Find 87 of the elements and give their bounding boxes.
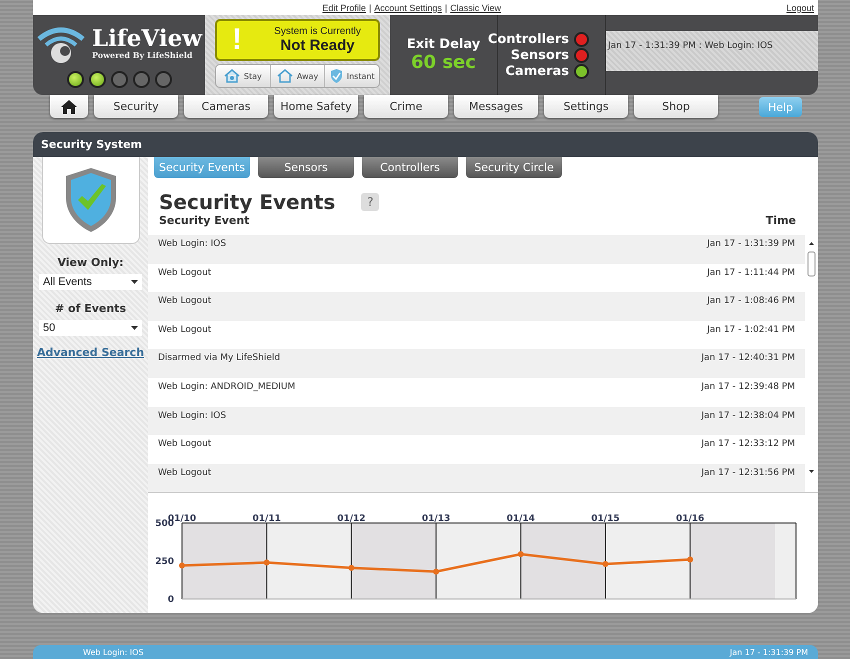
separator: | [368,2,372,12]
home-button[interactable] [50,95,88,118]
table-cell: Jan 17 - 1:31:39 PM [707,239,795,249]
data-point [264,560,270,566]
table-cell: Jan 17 - 12:39:48 PM [701,382,795,392]
table-cell: Web Login: IOS [158,410,226,421]
table-cell: Web Logout [158,468,212,478]
nav-tab[interactable]: Cameras [184,95,268,118]
table-cell: Jan 17 - 12:33:12 PM [701,439,795,450]
table-cell: Jan 17 - 1:08:46 PM [707,296,795,306]
house-icon [224,69,240,83]
column-header: Time [766,214,796,227]
roof-icon [276,69,293,83]
home-icon [61,100,77,114]
data-point [518,552,524,558]
separator: | [444,2,448,12]
data-point [602,561,608,568]
table-cell: Web Logout [158,439,212,450]
table-cell: Web Login: IOS [158,239,226,249]
event-row[interactable]: Web Logout Jan 17 - 1:08:46 PM [148,292,805,321]
indicator-label: Sensors [510,48,569,62]
logout-link[interactable]: Logout [786,2,814,12]
logo-name: LifeView [92,27,202,50]
table-cell: Web Logout [158,296,212,306]
panel-title: Security System [33,132,818,157]
column-header: Security Event [159,214,250,227]
top-link[interactable]: Edit Profile [322,2,366,12]
arm-mode-button[interactable]: Instant [325,65,379,87]
nav-tab[interactable]: Settings [544,95,628,118]
exit-delay-value: 60 sec [411,52,476,73]
x-tick-label: 01/14 [506,514,535,524]
indicator-label: Cameras [505,64,569,78]
warning-mark: ! [231,23,243,57]
x-tick-label: 01/13 [422,514,450,524]
status-value: Not Ready [279,37,356,54]
section-tab[interactable]: Controllers [362,157,458,178]
bottom-event-time: Jan 17 - 1:31:39 PM [730,648,808,656]
indicator-label: Controllers [488,32,569,46]
table-cell: Jan 17 - 12:40:31 PM [701,353,795,364]
y-tick-label: 250 [155,557,174,568]
event-ticker: Jan 17 - 1:31:39 PM : Web Login: IOS [606,31,818,71]
event-row[interactable]: Web Logout Jan 17 - 12:31:56 PM [148,464,805,492]
event-row[interactable]: Web Login: IOS Jan 17 - 1:31:39 PM [148,235,805,264]
table-cell: Disarmed via My LifeShield [158,353,280,364]
view-only-dropdown[interactable]: All Events [39,274,142,290]
x-tick-label: 01/12 [337,514,366,524]
table-cell: Jan 17 - 1:11:44 PM [707,268,795,278]
arm-mode-button[interactable]: Away [270,65,326,87]
shield-icon [330,69,343,83]
advanced-search-link[interactable]: Advanced Search [36,346,144,359]
caret-icon [131,280,138,284]
nav-tab[interactable]: Messages [454,95,538,118]
status-caption: System is Currently [273,26,362,37]
event-row[interactable]: Disarmed via My LifeShield Jan 17 - 12:40:31 PM [148,349,805,378]
exit-delay-label: Exit Delay [406,37,480,52]
table-cell: Web Logout [158,324,212,335]
table-cell: Jan 17 - 12:38:04 PM [701,410,795,421]
table-cell: Web Login: ANDROID_MEDIUM [158,382,296,392]
top-link[interactable]: Account Settings [374,2,442,12]
event-count-label: # of Events [54,302,126,315]
logo-tagline: Powered By LifeShield [92,50,194,60]
event-count-dropdown[interactable]: 50 [39,320,142,336]
x-tick-label: 01/11 [252,514,281,524]
bottom-event-text: Web Login: IOS [83,648,144,656]
nav-tab[interactable]: Crime [364,95,448,118]
section-tab[interactable]: Sensors [258,157,354,178]
table-cell: Jan 17 - 1:02:41 PM [707,324,795,335]
data-point [433,568,440,575]
x-tick-label: 01/15 [591,514,620,524]
table-cell: Web Logout [158,268,212,278]
nav-tab[interactable]: Security [94,95,178,118]
section-tab[interactable]: Security Circle [466,157,562,178]
event-row[interactable]: Web Login: IOS Jan 17 - 12:38:04 PM [148,406,805,436]
x-tick-label: 01/16 [676,514,704,524]
table-cell: Jan 17 - 12:31:56 PM [701,468,795,478]
arm-mode-button[interactable]: Stay [216,65,271,87]
nav-tab[interactable]: Home Safety [274,95,358,118]
data-point [179,562,185,569]
data-point [687,556,694,563]
top-link[interactable]: Classic View [450,2,502,12]
y-tick-label: 0 [168,595,174,606]
nav-tab[interactable]: Shop [634,95,718,118]
caret-icon [131,326,138,330]
view-only-label: View Only: [57,256,124,269]
page-heading: Security Events [159,190,336,214]
help-badge[interactable]: ? [361,193,380,211]
data-point [348,565,354,572]
